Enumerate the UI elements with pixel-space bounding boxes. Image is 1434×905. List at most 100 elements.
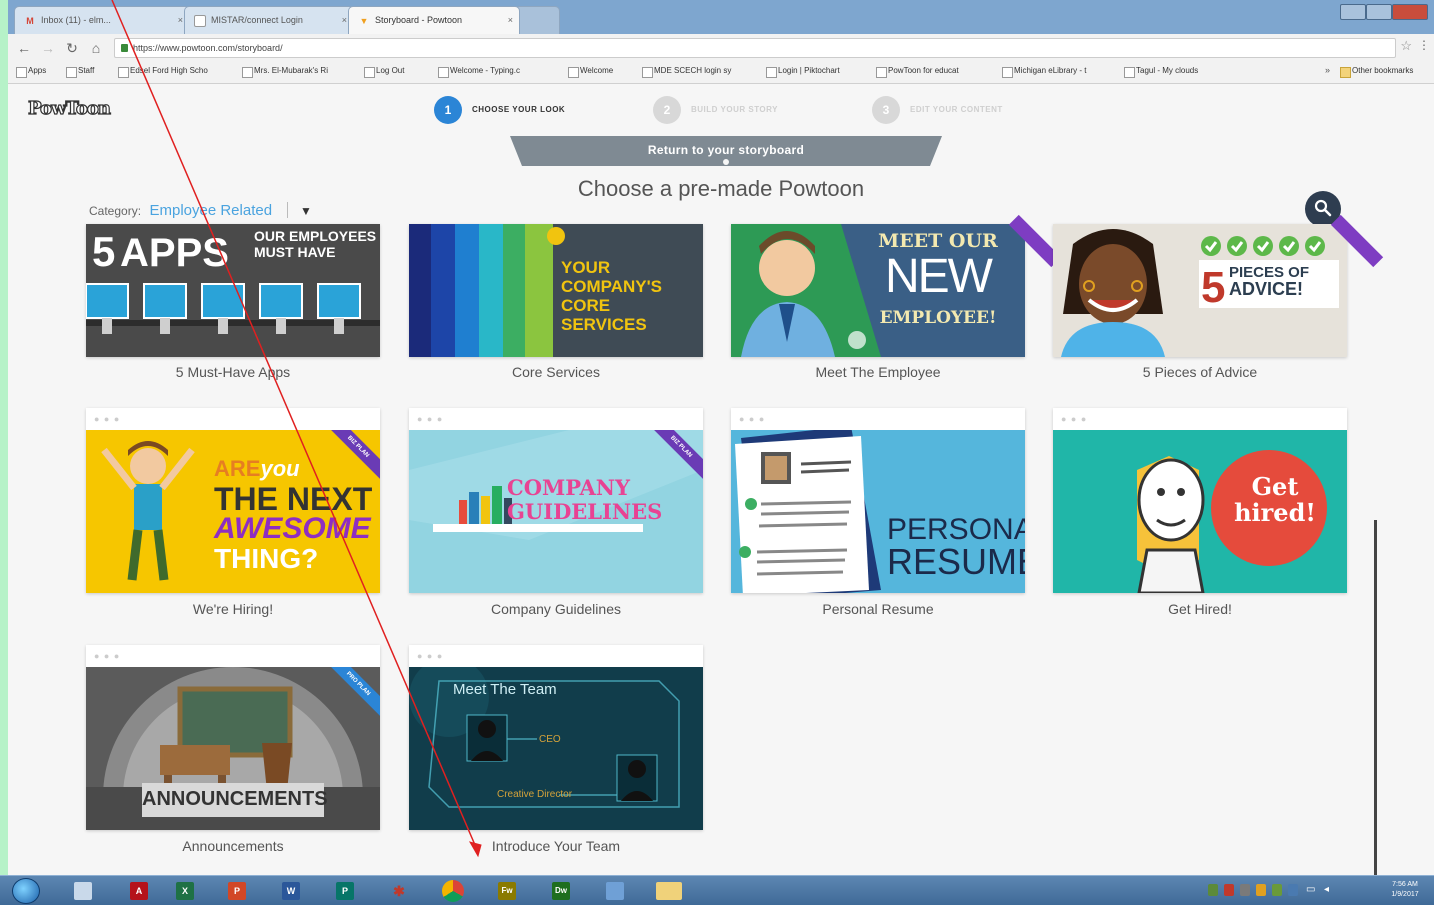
window-controls (1340, 4, 1428, 20)
tab-inbox[interactable]: M Inbox (11) - elm... × (14, 6, 190, 34)
template-title[interactable]: We're Hiring! (86, 601, 380, 617)
taskbar: A X P W P ✱ Fw Dw ▭ ◂ 7:56 AM 1/9/2017 (0, 875, 1434, 905)
bookmark-piktochart[interactable]: Login | Piktochart (766, 66, 840, 78)
template-title[interactable]: Announcements (86, 838, 380, 854)
bookmark-log-out[interactable]: Log Out (364, 66, 404, 78)
other-bookmarks-folder[interactable]: Other bookmarks (1340, 66, 1413, 78)
template-card-get-hired[interactable]: ● ● ● Get hired! (1053, 408, 1347, 593)
template-title[interactable]: Get Hired! (1053, 601, 1347, 617)
chrome-icon[interactable] (442, 880, 464, 902)
powtoon-logo[interactable]: PowToon (27, 97, 111, 119)
template-card-introduce-your-team[interactable]: ● ● ● Meet The Team CEO Creative Directo (409, 645, 703, 830)
tab-title: Storyboard - Powtoon (375, 15, 463, 25)
dreamweaver-icon[interactable]: Dw (552, 882, 570, 900)
bookmark-mrs-el-mubarak[interactable]: Mrs. El-Mubarak's Ri (242, 66, 328, 78)
tray-icon[interactable] (1272, 884, 1282, 896)
template-card-core-services[interactable]: YOUR COMPANY'S CORE SERVICES (409, 224, 703, 357)
tab-mistar[interactable]: MISTAR/connect Login × (184, 6, 354, 34)
thumb-text-block: PERSONAL RESUME (887, 514, 1025, 580)
template-card-5-pieces-of-advice[interactable]: 5 PIECES OF ADVICE! (1053, 214, 1384, 357)
tray-icon[interactable] (1256, 884, 1266, 896)
template-title[interactable]: 5 Pieces of Advice (1053, 364, 1347, 380)
thumb-line: Meet The Team (453, 681, 557, 698)
pull-handle-icon (723, 159, 729, 165)
system-tray: ▭ ◂ (1208, 884, 1348, 898)
card-header-dots: ● ● ● (417, 651, 444, 661)
volume-icon[interactable]: ◂ (1324, 884, 1334, 896)
start-button[interactable] (12, 878, 40, 904)
forward-arrow-icon[interactable]: → (40, 39, 56, 57)
excel-icon[interactable]: X (176, 882, 194, 900)
home-icon[interactable]: ⌂ (88, 39, 104, 57)
maximize-button[interactable] (1366, 4, 1392, 20)
browser-tab-strip: M Inbox (11) - elm... × MISTAR/connect L… (8, 0, 1434, 34)
star-icon[interactable]: ☆ (1400, 38, 1412, 54)
spider-solitaire-icon[interactable]: ✱ (390, 882, 408, 900)
explorer-icon[interactable] (74, 882, 92, 900)
step-number: 3 (872, 96, 900, 124)
template-thumbnail: 5 PIECES OF ADVICE! (1053, 224, 1347, 357)
return-to-storyboard-button[interactable]: Return to your storyboard (510, 136, 942, 166)
menu-icon[interactable]: ⋮ (1418, 38, 1430, 52)
network-status-icon[interactable]: ▭ (1306, 884, 1316, 896)
thumb-line: AWESOME (214, 512, 371, 545)
reload-icon[interactable]: ↻ (64, 39, 80, 57)
word-icon[interactable]: W (282, 882, 300, 900)
bookmark-edsel-ford[interactable]: Edsel Ford High Scho (118, 66, 208, 78)
scrollbar-thumb[interactable] (1374, 520, 1377, 875)
url-input[interactable]: https://www.powtoon.com/storyboard/ (114, 38, 1396, 58)
bookmark-typing[interactable]: Welcome - Typing.c (438, 66, 520, 78)
tray-icon[interactable] (1240, 884, 1250, 896)
close-icon[interactable]: × (508, 15, 513, 25)
category-selector[interactable]: Category: Employee Related ▼ (89, 202, 312, 220)
template-title[interactable]: Company Guidelines (409, 601, 703, 617)
tab-storyboard[interactable]: ▼ Storyboard - Powtoon × (348, 6, 520, 34)
clock[interactable]: 7:56 AM 1/9/2017 (1384, 880, 1426, 900)
bookmark-tagul[interactable]: Tagul - My clouds (1124, 66, 1198, 78)
network-icon[interactable] (606, 882, 624, 900)
template-title[interactable]: Personal Resume (731, 601, 1025, 617)
bookmark-mde-scech[interactable]: MDE SCECH login sy (642, 66, 731, 78)
close-icon[interactable]: × (342, 15, 347, 25)
bookmarks-overflow-icon[interactable]: » (1325, 65, 1330, 75)
tray-icon[interactable] (1288, 884, 1298, 896)
powerpoint-icon[interactable]: P (228, 882, 246, 900)
folder-icon[interactable] (656, 882, 682, 900)
template-card-5-must-have-apps[interactable]: 5 APPS OUR EMPLOYEES MUST HAVE (86, 224, 380, 357)
template-card-announcements[interactable]: ● ● ● ANNOUNCEMENTS PRO PLAN (86, 645, 380, 830)
template-card-company-guidelines[interactable]: ● ● ● COMPANY GUIDELINES BIZ PLAN (409, 408, 703, 593)
search-icon (1314, 199, 1332, 217)
template-card-meet-the-employee[interactable]: MEET OUR NEW EMPLOYEE! (731, 214, 1062, 357)
bookmark-michigan-elibrary[interactable]: Michigan eLibrary - t (1002, 66, 1086, 78)
window-close-button[interactable] (1392, 4, 1428, 20)
template-title[interactable]: Meet The Employee (731, 364, 1025, 380)
thumb-line: YOUR (561, 258, 611, 277)
bookmark-powtoon-edu[interactable]: PowToon for educat (876, 66, 959, 78)
back-arrow-icon[interactable]: ← (16, 39, 32, 57)
bookmark-welcome[interactable]: Welcome (568, 66, 613, 78)
template-card-personal-resume[interactable]: ● ● ● PERSONAL RESUME (731, 408, 1025, 593)
template-title[interactable]: 5 Must-Have Apps (86, 364, 380, 380)
bookmark-staff[interactable]: Staff (66, 66, 94, 78)
fireworks-icon[interactable]: Fw (498, 882, 516, 900)
template-thumbnail: PERSONAL RESUME (731, 430, 1025, 593)
gmail-icon: M (26, 16, 34, 26)
minimize-button[interactable] (1340, 4, 1366, 20)
template-thumbnail: MEET OUR NEW EMPLOYEE! (731, 224, 1025, 357)
publisher-icon[interactable]: P (336, 882, 354, 900)
close-icon[interactable]: × (178, 15, 183, 25)
new-tab-button[interactable] (514, 6, 560, 34)
thumb-line: GUIDELINES (507, 499, 663, 524)
thumb-line: you (260, 456, 300, 481)
tray-icon[interactable] (1224, 884, 1234, 896)
thumb-headline: APPS (120, 231, 229, 275)
template-card-were-hiring[interactable]: ● ● ● AREyou THE NEXT AWESOME THING? BIZ… (86, 408, 380, 593)
chevron-down-icon[interactable]: ▼ (300, 204, 312, 218)
template-title[interactable]: Core Services (409, 364, 703, 380)
bookmark-apps[interactable]: Apps (16, 66, 46, 78)
template-title[interactable]: Introduce Your Team (409, 838, 703, 854)
category-value[interactable]: Employee Related (149, 202, 272, 219)
acrobat-icon[interactable]: A (130, 882, 148, 900)
clock-date: 1/9/2017 (1391, 891, 1419, 898)
tray-icon[interactable] (1208, 884, 1218, 896)
